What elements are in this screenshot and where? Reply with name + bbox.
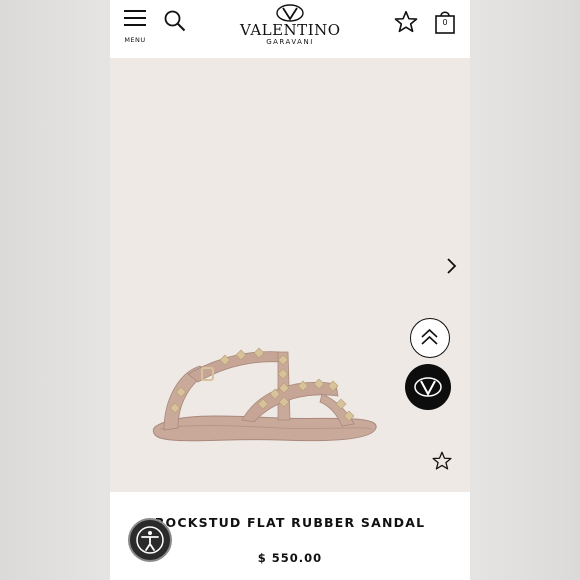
valentino-v-logo-icon [414,377,442,397]
site-header: MENU VALENTINO GARAVANI 0 [110,0,470,58]
menu-button[interactable]: MENU [122,10,148,44]
search-icon [164,10,186,32]
logo-brand-text: VALENTINO [240,21,341,39]
star-icon [432,451,452,470]
valentino-v-logo-icon [276,4,304,22]
hamburger-icon [124,10,146,12]
accessibility-button[interactable] [128,518,172,562]
menu-label: MENU [124,36,146,44]
chat-button[interactable] [405,364,451,410]
bag-count: 0 [442,18,448,27]
accessibility-person-icon [136,526,164,554]
search-button[interactable] [163,9,187,33]
product-image-carousel[interactable] [110,58,470,492]
shopping-bag-button[interactable]: 0 [433,9,457,35]
hamburger-icon-bar [124,24,146,26]
double-chevron-up-icon [421,328,438,345]
product-image [152,347,377,442]
wishlist-button[interactable] [393,9,419,35]
product-info: ROCKSTUD FLAT RUBBER SANDAL $ 550.00 [110,492,470,580]
chevron-right-icon [447,258,457,274]
logo-sub-text: GARAVANI [266,38,314,46]
next-image-button[interactable] [442,254,462,278]
star-icon [394,10,418,33]
add-to-wishlist-button[interactable] [431,450,453,472]
valentino-logo[interactable]: VALENTINO GARAVANI [240,4,340,54]
hamburger-icon-bar [124,17,146,19]
back-to-top-button[interactable] [410,318,450,358]
phone-screen: MENU VALENTINO GARAVANI 0 ROCKSTUD FLAT … [110,0,470,580]
